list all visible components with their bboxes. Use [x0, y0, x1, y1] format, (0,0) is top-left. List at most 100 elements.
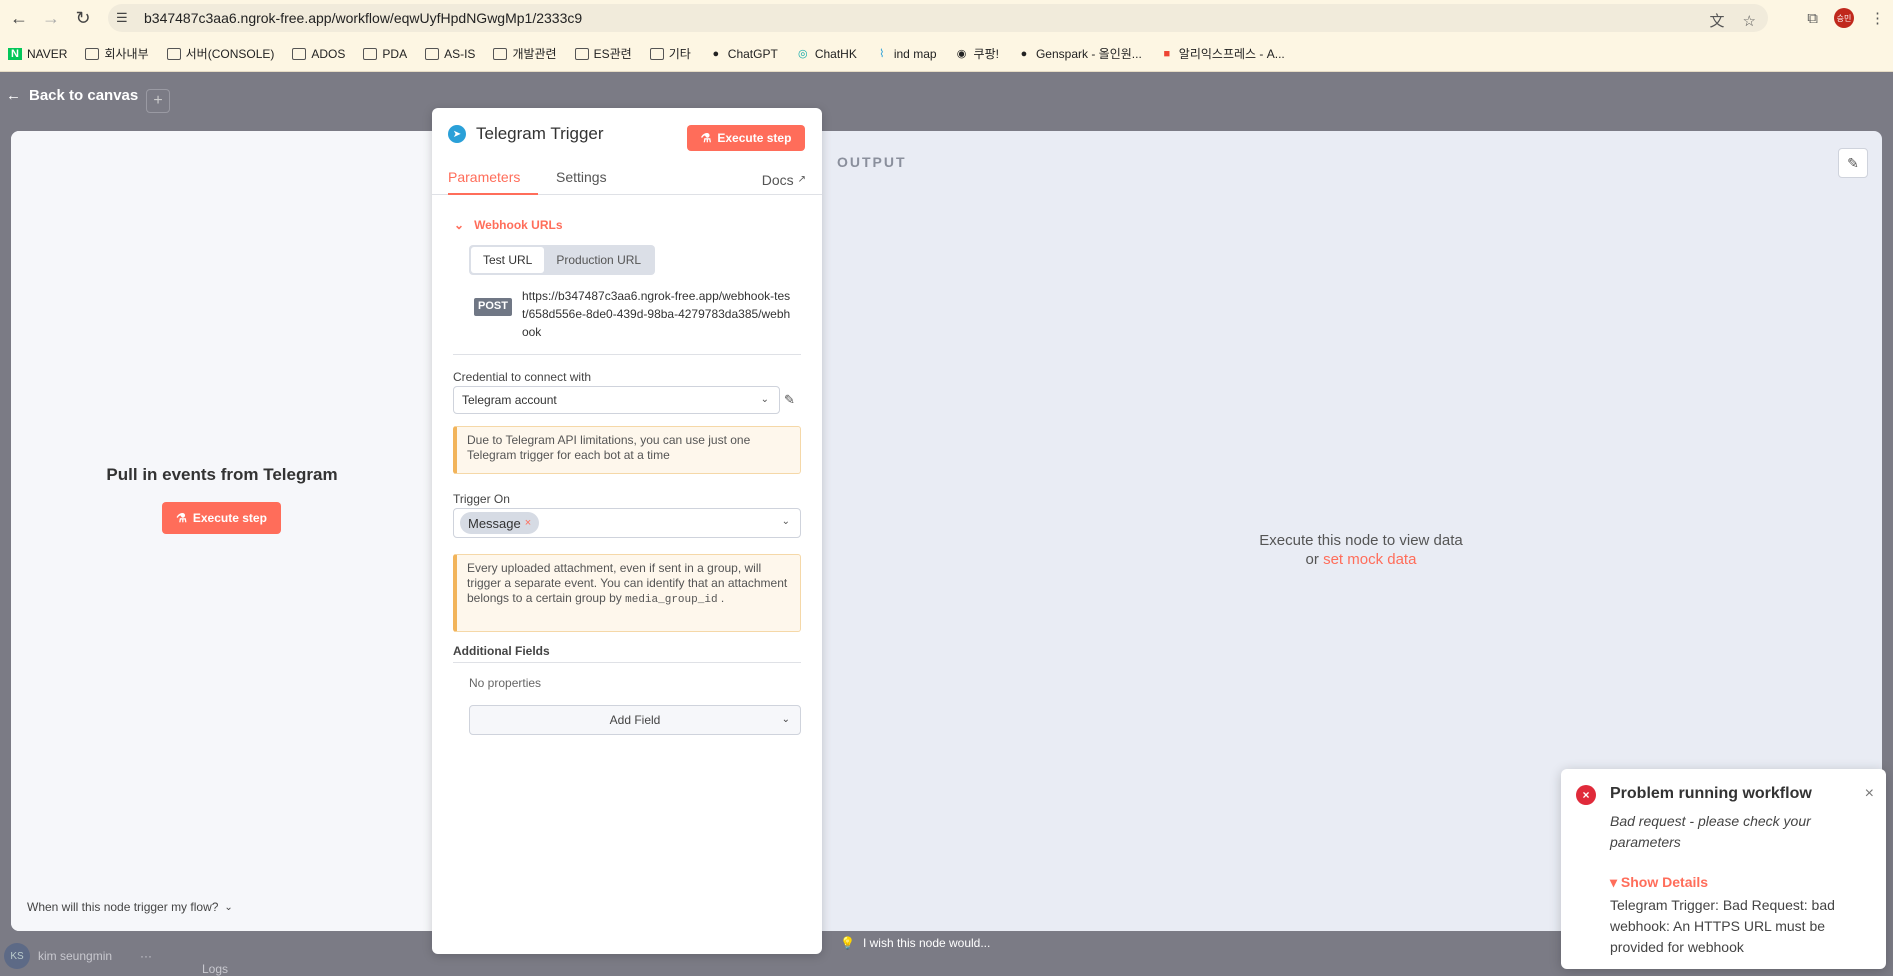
production-url-tab[interactable]: Production URL — [544, 247, 653, 273]
more-icon[interactable]: ··· — [140, 949, 152, 963]
reload-icon[interactable]: ↻ — [70, 5, 96, 31]
attachment-notice-end: . — [720, 591, 725, 605]
bookmark-item[interactable]: ES관련 — [569, 45, 638, 62]
trigger-on-label: Trigger On — [453, 492, 510, 506]
back-arrow-icon[interactable]: ← — [6, 5, 32, 31]
bookmark-label: ChatHK — [814, 46, 857, 61]
bookmark-item[interactable]: ● ChatGPT — [703, 47, 784, 61]
tab-settings[interactable]: Settings — [556, 165, 607, 195]
external-link-icon: ↗ — [797, 174, 806, 185]
docs-label: Docs — [761, 172, 794, 188]
credential-value: Telegram account — [462, 393, 557, 407]
bookmark-item[interactable]: ■ 알리익스프레스 - A... — [1154, 45, 1291, 62]
back-to-canvas-button[interactable]: ← Back to canvas — [6, 87, 138, 104]
execute-step-button[interactable]: ⚗ Execute step — [687, 125, 805, 151]
attachment-notice: Every uploaded attachment, even if sent … — [453, 554, 801, 632]
bookmark-item[interactable]: ◎ ChatHK — [790, 47, 863, 61]
show-details-label: Show Details — [1620, 874, 1709, 890]
menu-icon[interactable]: ⋮ — [1870, 9, 1885, 27]
error-toast: × Problem running workflow × Bad request… — [1561, 769, 1886, 969]
translate-icon[interactable]: 文 — [1710, 10, 1725, 31]
bookmark-item[interactable]: ◉ 쿠팡! — [949, 45, 1005, 62]
api-limitation-notice: Due to Telegram API limitations, you can… — [453, 426, 801, 474]
bookmark-label: Genspark - 올인원... — [1035, 47, 1142, 61]
bookmark-label: ind map — [893, 46, 937, 61]
site-settings-icon[interactable]: ☰ — [116, 10, 138, 26]
additional-fields-label: Additional Fields — [453, 644, 801, 663]
close-icon[interactable]: × — [1865, 785, 1874, 803]
edit-output-button[interactable]: ✎ — [1838, 148, 1868, 178]
chatgpt-icon: ● — [712, 47, 720, 60]
bookmark-item[interactable]: N NAVER — [2, 47, 73, 61]
bookmark-label: PDA — [382, 46, 408, 61]
add-field-button[interactable]: Add Field ⌄ — [469, 705, 801, 735]
bookmark-label: 회사내부 — [104, 47, 149, 61]
bookmark-item[interactable]: 개발관련 — [487, 45, 562, 62]
chevron-down-icon: ⌄ — [760, 394, 769, 405]
output-or-text: or — [1305, 551, 1319, 568]
avatar: KS — [4, 943, 30, 969]
node-title[interactable]: Telegram Trigger — [476, 124, 604, 144]
folder-icon — [649, 47, 664, 60]
credential-select[interactable]: Telegram account ⌄ — [453, 386, 780, 414]
pencil-icon: ✎ — [1847, 154, 1859, 171]
tab-parameters[interactable]: Parameters — [448, 165, 538, 195]
remove-chip-icon[interactable]: × — [525, 517, 531, 529]
bookmark-label: 기타 — [668, 47, 691, 61]
logs-label[interactable]: Logs — [202, 962, 228, 976]
user-menu[interactable]: KS kim seungmin ··· — [4, 943, 152, 969]
tab-docs[interactable]: Docs ↗ — [762, 165, 806, 195]
chathk-icon: ◎ — [798, 48, 808, 60]
bookmark-label: NAVER — [27, 46, 68, 61]
bookmark-item[interactable]: 서버(CONSOLE) — [161, 45, 281, 62]
webhook-urls-label: Webhook URLs — [474, 218, 563, 232]
divider — [453, 354, 801, 355]
bookmark-item[interactable]: AS-IS — [419, 47, 481, 61]
execute-step-label: Execute step — [717, 131, 792, 145]
webhook-url[interactable]: https://b347487c3aa6.ngrok-free.app/webh… — [522, 287, 794, 341]
bookmark-item[interactable]: 회사내부 — [79, 45, 154, 62]
bookmarks-bar: N NAVER 회사내부 서버(CONSOLE) ADOS PDA AS-IS 개발관련 ES관… — [0, 36, 1893, 72]
trigger-on-select[interactable]: Message × ⌄ — [453, 508, 801, 538]
url-type-toggle: Test URL Production URL — [469, 245, 656, 275]
bookmark-item[interactable]: ⌇ ind map — [869, 47, 943, 61]
flask-icon: ⚗ — [176, 511, 187, 525]
show-details-toggle[interactable]: ▾ Show Details — [1610, 874, 1708, 891]
aliexpress-icon: ■ — [1163, 47, 1171, 60]
folder-icon — [363, 47, 378, 60]
webhook-urls-toggle[interactable]: ⌄ Webhook URLs — [454, 218, 563, 232]
address-bar[interactable]: ☰ b347487c3aa6.ngrok-free.app/workflow/e… — [108, 4, 1768, 32]
folder-icon — [574, 47, 589, 60]
toast-message: Bad request - please check your paramete… — [1610, 813, 1811, 850]
add-tab-icon[interactable]: + — [146, 89, 170, 113]
bookmark-label: AS-IS — [444, 46, 476, 61]
trigger-info-toggle[interactable]: When will this node trigger my flow? ⌄ — [27, 900, 233, 914]
url-text: b347487c3aa6.ngrok-free.app/workflow/eqw… — [144, 10, 583, 26]
extensions-icon[interactable]: ⧉ — [1807, 10, 1818, 27]
bookmark-star-icon[interactable]: ☆ — [1743, 12, 1756, 30]
add-field-label: Add Field — [609, 713, 661, 727]
forward-arrow-icon[interactable]: → — [38, 5, 64, 31]
folder-icon — [493, 47, 508, 60]
globe-icon: ◉ — [956, 48, 967, 60]
bookmark-label: ChatGPT — [727, 46, 778, 61]
telegram-icon: ➤ — [448, 125, 466, 143]
test-url-tab[interactable]: Test URL — [471, 247, 545, 273]
set-mock-data-link[interactable]: set mock data — [1323, 551, 1416, 568]
bookmark-label: 개발관련 — [512, 47, 557, 61]
toast-title: Problem running workflow — [1610, 785, 1812, 802]
profile-avatar[interactable]: 승민 — [1834, 8, 1854, 28]
execute-step-button[interactable]: ⚗ Execute step — [162, 502, 281, 534]
back-to-canvas-label: Back to canvas — [29, 87, 139, 104]
edit-credential-icon[interactable]: ✎ — [784, 392, 795, 408]
output-empty-text: Execute this node to view data — [1259, 532, 1463, 549]
bookmark-item[interactable]: PDA — [357, 47, 413, 61]
bookmark-item[interactable]: ADOS — [286, 47, 351, 61]
bookmark-item[interactable]: ● Genspark - 올인원... — [1011, 45, 1148, 62]
execute-step-label: Execute step — [192, 511, 267, 525]
chevron-down-icon: ⌄ — [781, 714, 790, 725]
lightbulb-icon: 💡 — [840, 936, 855, 950]
feedback-prompt[interactable]: 💡 I wish this node would... — [840, 936, 990, 950]
bookmark-item[interactable]: 기타 — [644, 45, 697, 62]
webhook-url-row[interactable]: POST https://b347487c3aa6.ngrok-free.app… — [474, 287, 794, 341]
